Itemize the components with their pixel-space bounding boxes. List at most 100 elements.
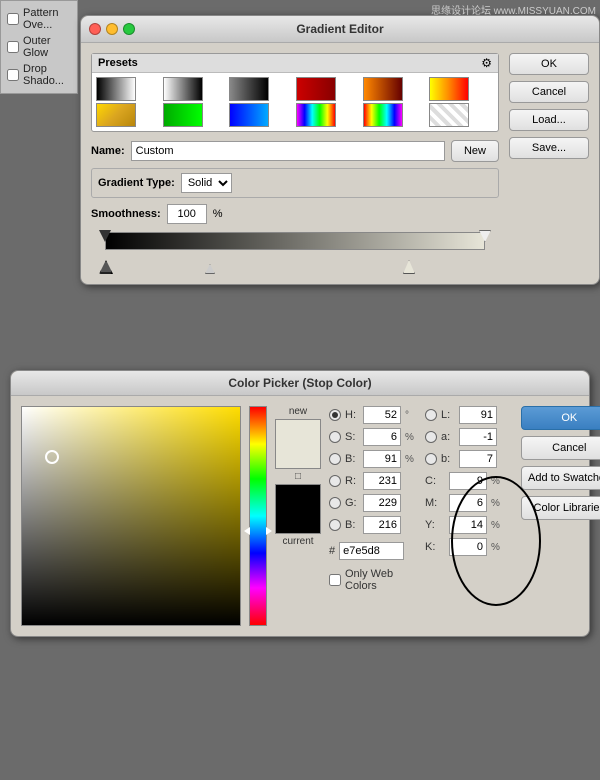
- preset-swatch-10[interactable]: [296, 103, 336, 127]
- input-C[interactable]: [449, 472, 487, 490]
- gradient-stop-bottom-left[interactable]: [99, 260, 113, 274]
- layer-item-glow[interactable]: Outer Glow: [7, 33, 71, 61]
- cp-ok-button[interactable]: OK: [521, 406, 600, 430]
- input-Y[interactable]: [449, 516, 487, 534]
- swatch-new: [275, 419, 321, 469]
- gradient-stop-bottom-right[interactable]: [403, 260, 415, 274]
- radio-blue[interactable]: [329, 519, 341, 531]
- input-K[interactable]: [449, 538, 487, 556]
- label-M: M:: [425, 497, 445, 509]
- color-field[interactable]: [21, 406, 241, 626]
- input-a[interactable]: [459, 428, 497, 446]
- presets-grid: [92, 73, 498, 131]
- preset-swatch-6[interactable]: [429, 77, 469, 101]
- maximize-button[interactable]: [123, 23, 135, 35]
- layer-checkbox-shadow[interactable]: [7, 69, 19, 81]
- presets-title: Presets: [98, 57, 138, 69]
- right-values: L: a: b: C: %: [425, 406, 513, 626]
- new-button[interactable]: New: [451, 140, 499, 162]
- label-blab: b:: [441, 453, 455, 465]
- cp-color-libraries-button[interactable]: Color Libraries: [521, 496, 600, 520]
- input-L[interactable]: [459, 406, 497, 424]
- layer-label-pattern: Pattern Ove...: [23, 7, 71, 31]
- gradient-editor-window: Gradient Editor Presets ⚙: [80, 15, 600, 285]
- gradient-editor-content: Presets ⚙: [81, 43, 599, 284]
- preset-swatch-8[interactable]: [163, 103, 203, 127]
- close-button[interactable]: [89, 23, 101, 35]
- gradient-bar[interactable]: [105, 232, 485, 250]
- radio-g[interactable]: [329, 497, 341, 509]
- smoothness-label: Smoothness:: [91, 208, 161, 220]
- label-Y: Y:: [425, 519, 445, 531]
- radio-h[interactable]: [329, 409, 341, 421]
- preset-swatch-3[interactable]: [229, 77, 269, 101]
- input-s[interactable]: [363, 428, 401, 446]
- layer-item-shadow[interactable]: Drop Shado...: [7, 61, 71, 89]
- preset-swatch-11[interactable]: [363, 103, 403, 127]
- preset-swatch-9[interactable]: [229, 103, 269, 127]
- hex-label: #: [329, 545, 335, 557]
- color-row-M: M: %: [425, 494, 513, 512]
- radio-r[interactable]: [329, 475, 341, 487]
- preset-swatch-2[interactable]: [163, 77, 203, 101]
- swatch-copy-icon[interactable]: □: [295, 471, 301, 482]
- hex-input[interactable]: [339, 542, 404, 560]
- radio-s[interactable]: [329, 431, 341, 443]
- cp-right-buttons: OK Cancel Add to Swatches Color Librarie…: [521, 406, 600, 626]
- presets-box: Presets ⚙: [91, 53, 499, 132]
- presets-gear-icon[interactable]: ⚙: [481, 56, 492, 70]
- input-M[interactable]: [449, 494, 487, 512]
- smoothness-input[interactable]: [167, 204, 207, 224]
- preset-swatch-1[interactable]: [96, 77, 136, 101]
- gradient-stop-bottom-center[interactable]: [205, 264, 215, 274]
- preset-swatch-5[interactable]: [363, 77, 403, 101]
- color-row-blue: B:: [329, 516, 417, 534]
- window-buttons: [89, 23, 135, 35]
- cp-add-to-swatches-button[interactable]: Add to Swatches: [521, 466, 600, 490]
- label-h: H:: [345, 409, 359, 421]
- gradient-stops-row: [105, 250, 485, 274]
- active-stop-indicator: [89, 254, 115, 280]
- name-input[interactable]: [131, 141, 445, 161]
- radio-a[interactable]: [425, 431, 437, 443]
- gradient-type-row: Gradient Type: Solid: [91, 168, 499, 198]
- input-g[interactable]: [363, 494, 401, 512]
- hue-strip[interactable]: [249, 406, 267, 626]
- smoothness-unit: %: [213, 208, 223, 220]
- swatch-current-label: current: [282, 536, 313, 547]
- cp-cancel-button[interactable]: Cancel: [521, 436, 600, 460]
- swatch-current: [275, 484, 321, 534]
- label-g: G:: [345, 497, 359, 509]
- hex-row: #: [329, 542, 417, 560]
- only-web-checkbox[interactable]: [329, 574, 341, 586]
- layer-item-pattern[interactable]: Pattern Ove...: [7, 5, 71, 33]
- radio-b[interactable]: [329, 453, 341, 465]
- preset-swatch-12[interactable]: [429, 103, 469, 127]
- color-row-r: R:: [329, 472, 417, 490]
- layer-checkbox-pattern[interactable]: [7, 13, 19, 25]
- color-picker-titlebar: Color Picker (Stop Color): [11, 371, 589, 396]
- input-blue[interactable]: [363, 516, 401, 534]
- input-b[interactable]: [363, 450, 401, 468]
- layer-checkbox-glow[interactable]: [7, 41, 19, 53]
- input-h[interactable]: [363, 406, 401, 424]
- color-field-background: [22, 407, 240, 625]
- color-row-Y: Y: %: [425, 516, 513, 534]
- radio-blab[interactable]: [425, 453, 437, 465]
- color-row-L: L:: [425, 406, 513, 424]
- unit-s: %: [405, 432, 417, 443]
- ge-cancel-button[interactable]: Cancel: [509, 81, 589, 103]
- radio-L[interactable]: [425, 409, 437, 421]
- input-blab[interactable]: [459, 450, 497, 468]
- layer-panel: Pattern Ove... Outer Glow Drop Shado...: [0, 0, 78, 94]
- hue-arrow-right: [244, 527, 250, 535]
- ge-save-button[interactable]: Save...: [509, 137, 589, 159]
- input-r[interactable]: [363, 472, 401, 490]
- preset-swatch-7[interactable]: [96, 103, 136, 127]
- preset-swatch-4[interactable]: [296, 77, 336, 101]
- ge-ok-button[interactable]: OK: [509, 53, 589, 75]
- ge-load-button[interactable]: Load...: [509, 109, 589, 131]
- gradient-type-select[interactable]: Solid: [181, 173, 232, 193]
- presets-header: Presets ⚙: [92, 54, 498, 73]
- minimize-button[interactable]: [106, 23, 118, 35]
